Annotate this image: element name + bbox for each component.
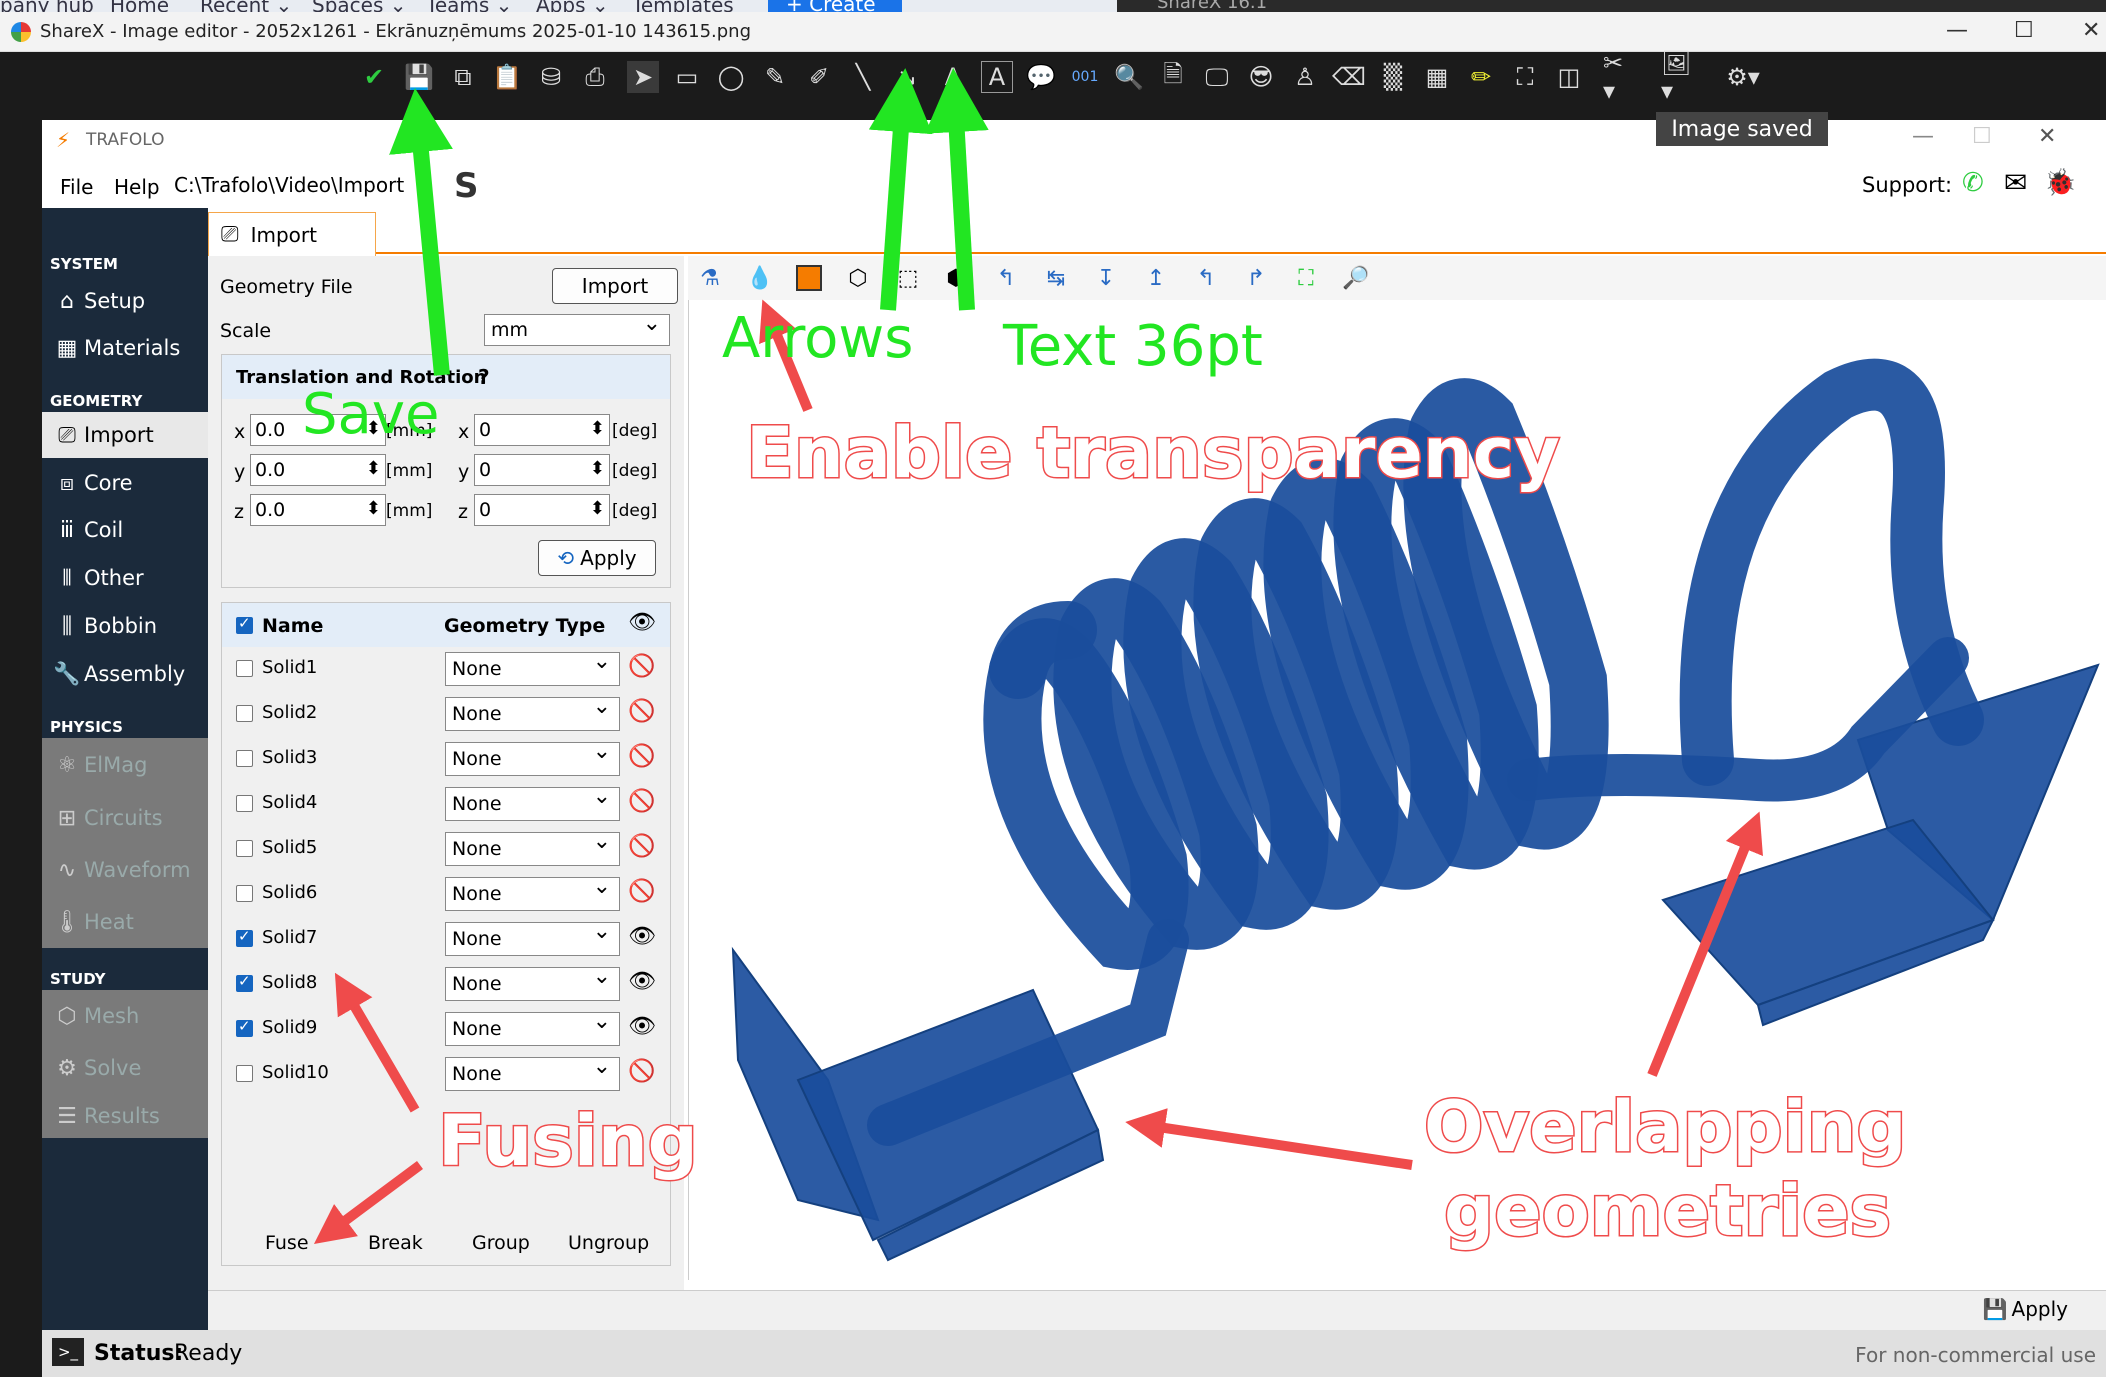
annotation-geometries: geometries	[1442, 1169, 1892, 1254]
red-arrow-fuse	[313, 1160, 423, 1244]
green-arrow-save	[389, 88, 453, 376]
red-arrow-fusing	[334, 972, 420, 1113]
annotation-save: Save	[302, 382, 440, 447]
annotation-fusing: Fusing	[437, 1099, 700, 1184]
red-arrow-overlap-left	[1125, 1108, 1413, 1170]
red-arrow-overlap-right	[1647, 811, 1763, 1077]
annotation-arrows: Arrows	[722, 306, 914, 371]
annotation-overlapping: Overlapping	[1423, 1085, 1909, 1170]
green-arrow-text	[924, 68, 989, 311]
annotation-enable-transparency: Enable transparency	[745, 411, 1562, 496]
annotation-text-36pt: Text 36pt	[1003, 314, 1263, 379]
green-arrow-arrows	[868, 68, 933, 311]
